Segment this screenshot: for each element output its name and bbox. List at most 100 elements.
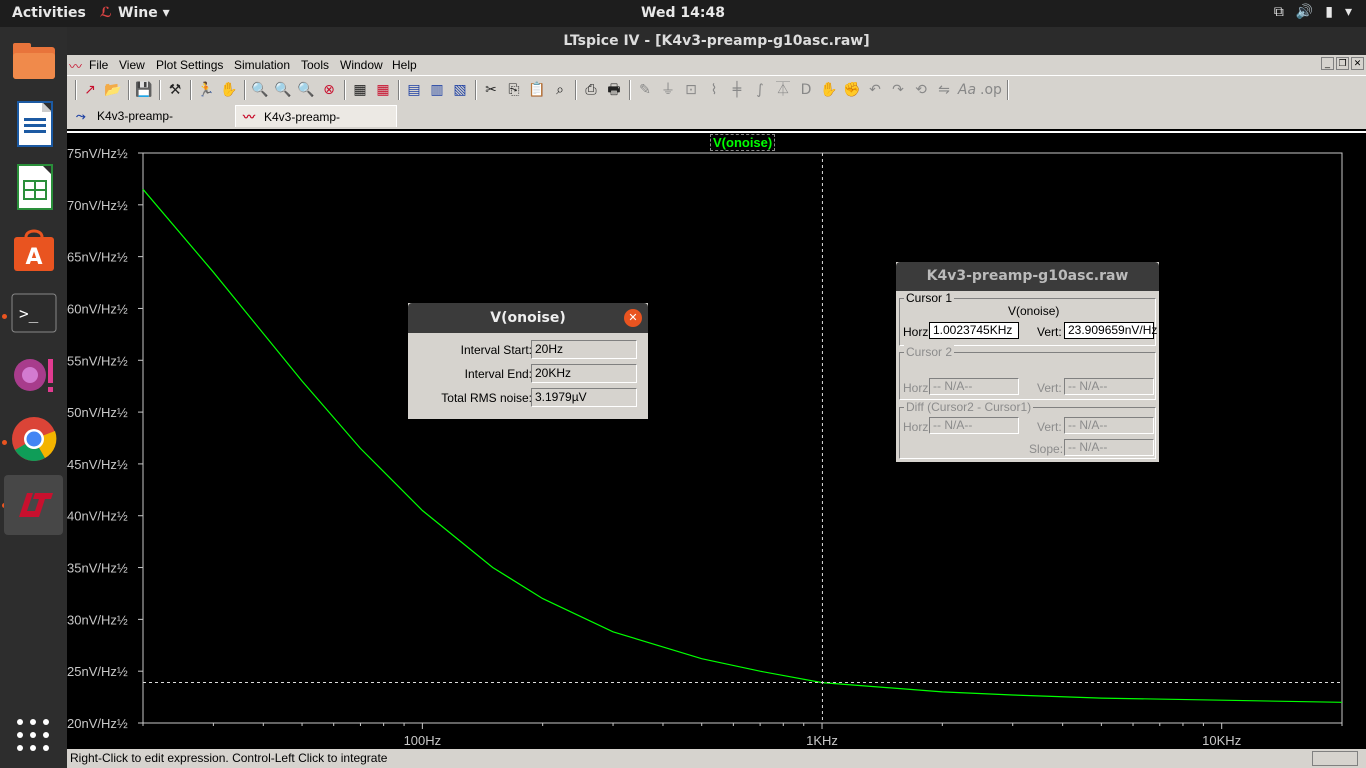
toolbar-separator bbox=[128, 80, 130, 100]
tab-waveform[interactable]: 〰 K4v3-preamp-g10asc.raw bbox=[235, 105, 397, 146]
dock-item-ltspice[interactable] bbox=[4, 475, 63, 535]
cursor2-horz-field: -- N/A-- bbox=[929, 378, 1019, 395]
diff-vert-field: -- N/A-- bbox=[1064, 417, 1154, 434]
app-menu[interactable]: ℒ Wine ▾ bbox=[100, 5, 170, 21]
cursor1-trace: V(onoise) bbox=[1008, 304, 1060, 318]
inductor-icon[interactable]: ∫ bbox=[750, 80, 770, 100]
diff-horz-label: Horz: bbox=[903, 420, 932, 434]
save-icon[interactable]: 💾 bbox=[134, 80, 154, 100]
component-icon[interactable]: D bbox=[796, 80, 816, 100]
zoom-in-icon[interactable]: 🔍 bbox=[250, 80, 270, 100]
ground-icon[interactable]: ⏚ bbox=[658, 80, 678, 100]
grid-icon[interactable]: ▦ bbox=[373, 80, 393, 100]
cascade-icon[interactable]: ▧ bbox=[450, 80, 470, 100]
restore-button[interactable]: ❐ bbox=[1336, 57, 1349, 70]
cursor1-horz-label: Horz: bbox=[903, 325, 932, 339]
label-icon[interactable]: ⊡ bbox=[681, 80, 701, 100]
interval-end-value: 20KHz bbox=[531, 364, 637, 383]
halt-icon[interactable]: ✋ bbox=[219, 80, 239, 100]
zoom-out-icon[interactable]: 🔍 bbox=[296, 80, 316, 100]
copy-icon[interactable]: ⎘ bbox=[504, 80, 524, 100]
dock-item-writer[interactable] bbox=[4, 94, 63, 154]
dock-item-podcast[interactable] bbox=[4, 346, 63, 406]
paste-icon[interactable]: 📋 bbox=[527, 80, 547, 100]
dock-item-terminal[interactable]: >_ bbox=[4, 283, 63, 343]
minimize-button[interactable]: _ bbox=[1321, 57, 1334, 70]
zoom-fit-icon[interactable]: ⊗ bbox=[319, 80, 339, 100]
tile-horizontal-icon[interactable]: ▤ bbox=[404, 80, 424, 100]
capacitor-icon[interactable]: ╪ bbox=[727, 80, 747, 100]
show-applications-button[interactable] bbox=[17, 719, 49, 751]
toolbar: ↗ 📂 💾 ⚒ 🏃 ✋ 🔍 🔍 🔍 ⊗ ▦ ▦ ▤ ▥ ▧ ✂ ⎘ 📋 ⌕ ⎙ … bbox=[67, 75, 1366, 103]
run-icon[interactable]: 🏃 bbox=[196, 80, 216, 100]
calc-icon bbox=[16, 164, 53, 210]
y-tick-label: 30nV/Hz½ bbox=[67, 612, 128, 627]
y-tick-label: 25nV/Hz½ bbox=[67, 664, 128, 679]
cursor1-title: Cursor 1 bbox=[904, 291, 955, 305]
noise-dialog-title: V(onoise) bbox=[408, 303, 648, 333]
menu-file[interactable]: File bbox=[89, 58, 108, 72]
move-icon[interactable]: ✋ bbox=[819, 80, 839, 100]
toolbar-separator bbox=[629, 80, 631, 100]
toolbar-separator bbox=[1007, 80, 1009, 100]
spice-directive-icon[interactable]: .op bbox=[980, 80, 1002, 100]
status-text: Right-Click to edit expression. Control-… bbox=[70, 751, 388, 765]
cursor1-group: Cursor 1 V(onoise) Horz: 1.0023745KHz Ve… bbox=[899, 291, 1157, 346]
new-schematic-icon[interactable]: ↗ bbox=[80, 80, 100, 100]
menu-tools[interactable]: Tools bbox=[301, 58, 329, 72]
clock[interactable]: Wed 14:48 bbox=[0, 5, 1366, 21]
menu-plot-settings[interactable]: Plot Settings bbox=[156, 58, 223, 72]
diode-icon[interactable]: ⏄ bbox=[773, 80, 793, 100]
cursor1-vert-field[interactable]: 23.909659nV/Hz bbox=[1064, 322, 1157, 339]
y-tick-label: 20nV/Hz½ bbox=[67, 716, 128, 731]
svg-text:A: A bbox=[25, 245, 42, 270]
redo-icon[interactable]: ↷ bbox=[888, 80, 908, 100]
text-icon[interactable]: Aa bbox=[957, 80, 977, 100]
close-icon[interactable]: ✕ bbox=[624, 309, 642, 327]
control-panel-icon[interactable]: ⚒ bbox=[165, 80, 185, 100]
find-icon[interactable]: ⌕ bbox=[550, 80, 570, 100]
dock-item-files[interactable] bbox=[4, 31, 63, 91]
print-icon[interactable]: 🖶 bbox=[604, 80, 624, 100]
waveform-icon: 〰 bbox=[243, 110, 256, 124]
tab-schematic[interactable]: ⤳ K4v3-preamp-g10asc.asc bbox=[69, 105, 231, 145]
menu-simulation[interactable]: Simulation bbox=[234, 58, 290, 72]
zoom-pan-icon[interactable]: 🔍 bbox=[273, 80, 293, 100]
dock-item-software[interactable]: A bbox=[4, 220, 63, 280]
tile-vertical-icon[interactable]: ▥ bbox=[427, 80, 447, 100]
chrome-icon bbox=[11, 417, 56, 461]
undo-icon[interactable]: ↶ bbox=[865, 80, 885, 100]
autorange-icon[interactable]: ▦ bbox=[350, 80, 370, 100]
x-tick-label: 1KHz bbox=[806, 733, 838, 748]
resistor-icon[interactable]: ⌇ bbox=[704, 80, 724, 100]
menu-window[interactable]: Window bbox=[340, 58, 383, 72]
cursor-dialog: K4v3-preamp-g10asc.raw Cursor 1 V(onoise… bbox=[896, 262, 1159, 462]
menu-view[interactable]: View bbox=[119, 58, 145, 72]
diff-title: Diff (Cursor2 - Cursor1) bbox=[904, 400, 1034, 414]
files-icon bbox=[12, 43, 55, 79]
drag-icon[interactable]: ✊ bbox=[842, 80, 862, 100]
plot-canvas[interactable]: 75nV/Hz½ 70nV/Hz½ 65nV/Hz½ 60nV/Hz½ 55nV/Hz½… bbox=[67, 133, 1366, 749]
open-icon[interactable]: 📂 bbox=[103, 80, 123, 100]
close-button[interactable]: ✕ bbox=[1351, 57, 1364, 70]
rotate-icon[interactable]: ⟲ bbox=[911, 80, 931, 100]
cursor-dialog-title: K4v3-preamp-g10asc.raw bbox=[896, 262, 1159, 291]
dock-item-calc[interactable] bbox=[4, 157, 63, 217]
wire-icon[interactable]: ✎ bbox=[635, 80, 655, 100]
waveform-plot[interactable]: 75nV/Hz½ 70nV/Hz½ 65nV/Hz½ 60nV/Hz½ 55nV/Hz½… bbox=[67, 131, 1366, 749]
mirror-icon[interactable]: ⇋ bbox=[934, 80, 954, 100]
toolbar-separator bbox=[475, 80, 477, 100]
trace-label[interactable]: V(onoise) bbox=[710, 134, 776, 151]
menu-help[interactable]: Help bbox=[392, 58, 417, 72]
print-setup-icon[interactable]: ⎙ bbox=[581, 80, 601, 100]
cut-icon[interactable]: ✂ bbox=[481, 80, 501, 100]
cursor2-group: Cursor 2 Horz: -- N/A-- Vert: -- N/A-- bbox=[899, 345, 1156, 400]
y-tick-label: 55nV/Hz½ bbox=[67, 353, 128, 368]
ltspice-icon bbox=[18, 493, 53, 517]
cursor1-horz-field[interactable]: 1.0023745KHz bbox=[929, 322, 1019, 339]
system-tray[interactable]: ⧉ 🔊 ▮ ▾ bbox=[1274, 4, 1352, 20]
activities-button[interactable]: Activities bbox=[12, 5, 86, 21]
schematic-icon: ⤳ bbox=[76, 109, 86, 123]
dock-item-chrome[interactable] bbox=[4, 409, 63, 469]
cursor2-horz-label: Horz: bbox=[903, 381, 932, 395]
